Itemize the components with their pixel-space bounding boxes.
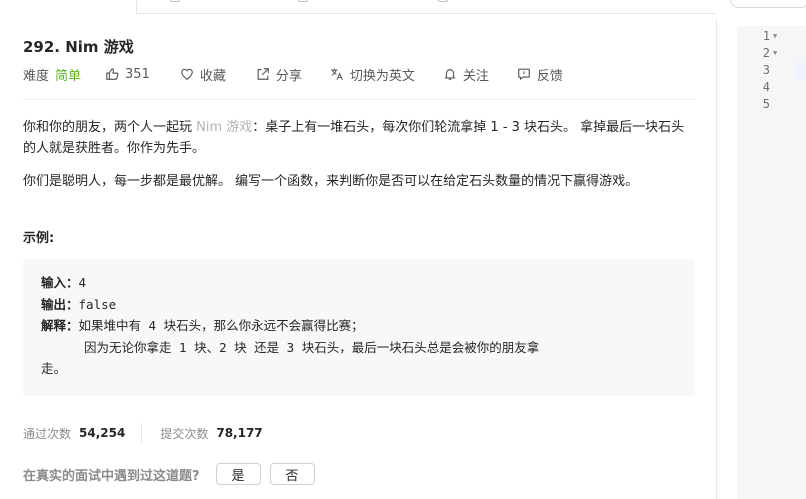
- feedback-button[interactable]: 反馈: [517, 65, 563, 84]
- header-divider: [23, 99, 695, 100]
- input-label: 输入：: [41, 275, 79, 290]
- heart-icon: [181, 68, 193, 80]
- explanation-label: 解释：: [41, 318, 79, 333]
- like-count: 351: [125, 66, 150, 82]
- explanation-line: 如果堆中有 4 块石头，那么你永远不会赢得比赛；: [78, 318, 364, 333]
- bell-icon: [444, 69, 456, 80]
- difficulty: 难度 简单: [23, 65, 81, 84]
- switch-language-button[interactable]: 切换为英文: [330, 65, 415, 84]
- toolbar-strip: [136, 0, 716, 14]
- fold-arrow-icon[interactable]: ▼: [773, 45, 783, 62]
- line-number-row: 2 ▼: [740, 45, 783, 62]
- difficulty-label: 难度: [23, 68, 50, 84]
- like-button[interactable]: 351: [105, 67, 150, 82]
- toolbar-icon[interactable]: [438, 0, 448, 2]
- line-number: 4: [762, 80, 770, 94]
- description-paragraph: 你们是聪明人，每一步都是最优解。 编写一个函数，来判断你是否可以在给定石头数量的…: [23, 174, 639, 189]
- description-text: 你和你的朋友，两个人一起玩: [23, 120, 197, 135]
- toolbar-icon[interactable]: [170, 0, 180, 2]
- explanation-line: 因为无论你拿走 1 块、2 块 还是 3 块石头，最后一块石头总是会被你的朋友拿: [84, 339, 540, 355]
- problem-action-bar: 难度 简单 351 收藏 分享 切换为英文 关注 反馈: [23, 65, 563, 84]
- explanation-line: 走。: [41, 361, 67, 376]
- share-icon: [257, 68, 269, 80]
- survey-yes-button[interactable]: 是: [215, 463, 261, 485]
- nim-game-link[interactable]: Nim 游戏: [196, 120, 252, 135]
- output-value: false: [78, 296, 117, 312]
- submissions-label: 提交次数: [160, 426, 209, 441]
- input-value: 4: [78, 275, 87, 290]
- survey-no-button[interactable]: 否: [269, 463, 315, 485]
- example-heading: 示例:: [23, 231, 55, 246]
- share-button[interactable]: 分享: [256, 65, 302, 84]
- favorite-button[interactable]: 收藏: [180, 65, 226, 84]
- description-paragraph: 你和你的朋友，两个人一起玩 Nim 游戏：桌子上有一堆石头，每次你们轮流拿掉 1…: [23, 117, 695, 159]
- accepted-label: 通过次数: [23, 426, 72, 441]
- accepted-count: 54,254: [79, 426, 126, 440]
- line-numbers: 1 ▼ 2 ▼ 3 4 5: [740, 28, 783, 113]
- line-number-row: 1 ▼: [740, 28, 783, 45]
- top-toolbar: [0, 0, 806, 18]
- line-number-row: 5: [740, 96, 783, 113]
- example-block: 输入：4 输出：false 解释：如果堆中有 4 块石头，那么你永远不会赢得比赛…: [23, 259, 695, 396]
- example-output: 输出：false: [41, 294, 677, 316]
- thumbs-up-icon: [106, 68, 119, 80]
- submissions-count: 78,177: [216, 426, 263, 440]
- interview-survey: 在真实的面试中遇到过这道题? 是 否: [23, 462, 324, 486]
- survey-question: 在真实的面试中遇到过这道题?: [23, 468, 200, 484]
- toolbar-pill-button[interactable]: [730, 0, 806, 8]
- line-number: 3: [762, 63, 770, 77]
- description-panel: 292. Nim 游戏 难度 简单 351 收藏 分享 切换为英文 关注 反馈: [0, 18, 716, 499]
- stats-divider: [141, 423, 143, 443]
- feedback-icon: [518, 68, 530, 80]
- example-input: 输入：4: [41, 272, 677, 294]
- share-label: 分享: [275, 68, 302, 84]
- line-number: 2: [762, 46, 770, 60]
- follow-button[interactable]: 关注: [443, 65, 489, 84]
- difficulty-value: 简单: [55, 68, 82, 84]
- problem-title: 292. Nim 游戏: [23, 38, 134, 56]
- active-line-highlight: [795, 63, 806, 79]
- line-number: 5: [762, 97, 770, 111]
- toolbar-icon[interactable]: [298, 0, 308, 2]
- line-number-row: 3: [740, 62, 783, 79]
- switch-language-label: 切换为英文: [349, 68, 415, 84]
- feedback-label: 反馈: [536, 68, 563, 84]
- fold-arrow-icon[interactable]: ▼: [773, 28, 783, 45]
- line-number-row: 4: [740, 79, 783, 96]
- output-label: 输出：: [41, 296, 79, 312]
- favorite-label: 收藏: [199, 68, 226, 84]
- translate-icon: [331, 68, 343, 80]
- example-explanation: 解释：如果堆中有 4 块石头，那么你永远不会赢得比赛；: [41, 315, 677, 337]
- submission-stats: 通过次数 54,254 提交次数 78,177: [23, 423, 263, 443]
- follow-label: 关注: [462, 68, 489, 84]
- line-number: 1: [762, 29, 770, 43]
